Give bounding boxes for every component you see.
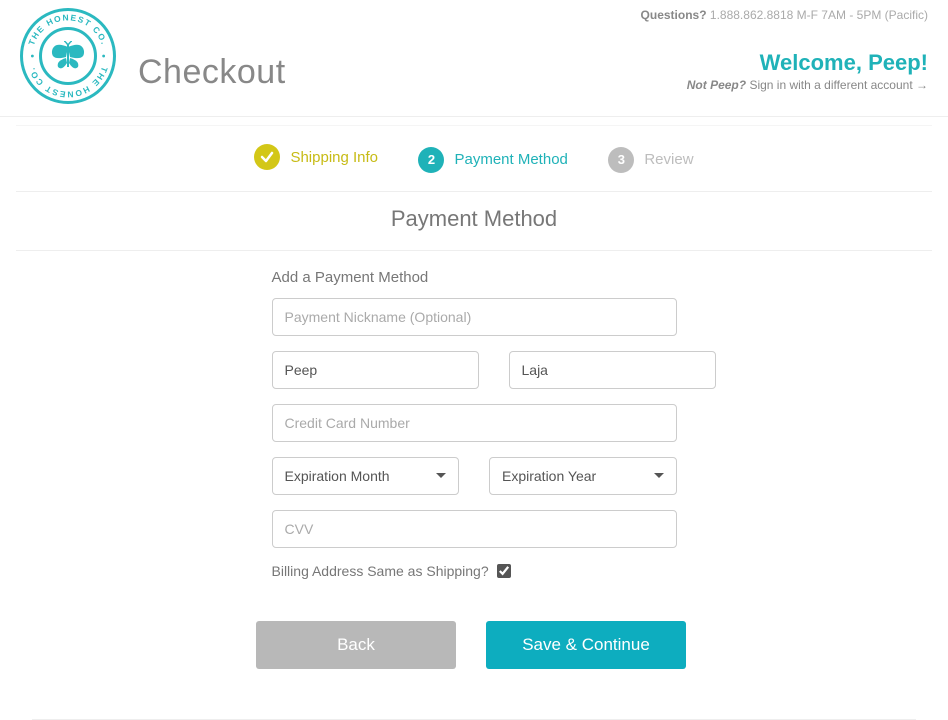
header-right: Questions? 1.888.862.8818 M-F 7AM - 5PM …	[641, 8, 928, 92]
billing-same-label: Billing Address Same as Shipping?	[272, 563, 489, 579]
step-review: 3 Review	[608, 147, 693, 173]
step-label: Shipping Info	[290, 149, 378, 166]
checkout-steps: Shipping Info 2 Payment Method 3 Review	[16, 125, 932, 192]
step-payment-method[interactable]: 2 Payment Method	[418, 147, 567, 173]
first-name-input[interactable]	[272, 351, 479, 389]
step-number: 2	[418, 147, 444, 173]
back-button[interactable]: Back	[256, 621, 456, 669]
cvv-input[interactable]	[272, 510, 677, 548]
main-content: Payment Method Add a Payment Method Expi…	[0, 192, 948, 720]
expiration-year-select[interactable]: Expiration Year	[489, 457, 677, 495]
footer-divider	[32, 719, 916, 720]
welcome-text: Welcome, Peep!	[641, 50, 928, 76]
billing-same-row: Billing Address Same as Shipping?	[272, 563, 677, 579]
expiration-month-select[interactable]: Expiration Month	[272, 457, 460, 495]
select-label: Expiration Year	[502, 468, 596, 484]
payment-form: Add a Payment Method Expiration Month Ex…	[272, 269, 677, 579]
step-number: 3	[608, 147, 634, 173]
brand-ring-text: THE HONEST CO. THE HONEST CO.	[23, 11, 113, 101]
not-you-link[interactable]: Sign in with a different account	[749, 78, 912, 92]
svg-text:THE HONEST CO.: THE HONEST CO.	[26, 65, 110, 99]
select-label: Expiration Month	[285, 468, 390, 484]
billing-same-checkbox[interactable]	[497, 564, 511, 578]
not-you-prefix: Not Peep?	[687, 78, 746, 92]
last-name-input[interactable]	[509, 351, 716, 389]
arrow-right-icon: →	[916, 78, 928, 92]
not-you-line: Not Peep? Sign in with a different accou…	[641, 78, 928, 92]
step-label: Review	[644, 151, 693, 168]
page-title: Checkout	[138, 53, 286, 92]
questions-label: Questions?	[641, 8, 707, 22]
payment-nickname-input[interactable]	[272, 298, 677, 336]
questions-line: Questions? 1.888.862.8818 M-F 7AM - 5PM …	[641, 8, 928, 22]
button-row: Back Save & Continue	[256, 621, 692, 669]
step-shipping-info[interactable]: Shipping Info	[254, 144, 378, 170]
header: THE HONEST CO. THE HONEST CO.	[0, 0, 948, 117]
chevron-down-icon	[654, 473, 664, 478]
svg-text:THE HONEST CO.: THE HONEST CO.	[26, 12, 110, 46]
questions-info: 1.888.862.8818 M-F 7AM - 5PM (Pacific)	[710, 8, 928, 22]
logo-wrap: THE HONEST CO. THE HONEST CO.	[20, 8, 286, 104]
save-continue-button[interactable]: Save & Continue	[486, 621, 686, 669]
credit-card-input[interactable]	[272, 404, 677, 442]
step-label: Payment Method	[454, 151, 567, 168]
brand-logo[interactable]: THE HONEST CO. THE HONEST CO.	[20, 8, 116, 104]
checkmark-icon	[260, 150, 274, 164]
section-title: Payment Method	[16, 192, 932, 251]
step-complete-icon	[254, 144, 280, 170]
form-subhead: Add a Payment Method	[272, 269, 677, 286]
chevron-down-icon	[436, 473, 446, 478]
